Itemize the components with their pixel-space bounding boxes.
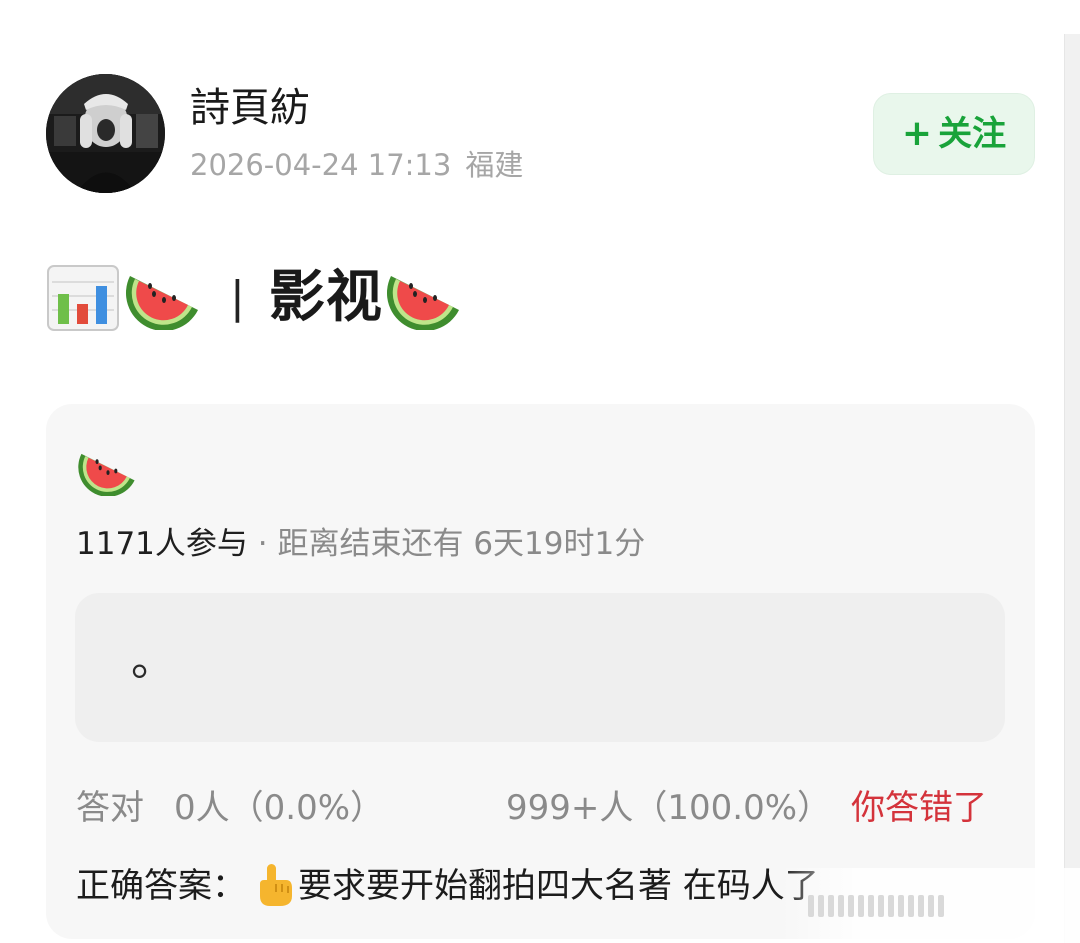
watermark-bar bbox=[848, 894, 854, 917]
plus-icon: + bbox=[901, 113, 933, 154]
correct-answer: 正确答案： 要求要开始翻拍四大名著 在码人了 bbox=[76, 862, 819, 910]
avatar[interactable] bbox=[46, 74, 165, 193]
watermark-bar bbox=[908, 894, 914, 917]
title-separator: | bbox=[230, 272, 245, 323]
wrong-answer-badge: 你答错了 bbox=[851, 788, 987, 828]
watermark-bar bbox=[808, 894, 814, 917]
pointing-hand-icon bbox=[260, 864, 292, 906]
correct-label: 答对 bbox=[76, 788, 144, 828]
correct-count: 0人（0.0%） bbox=[174, 788, 385, 828]
poll-option[interactable]: 。 bbox=[75, 593, 1005, 742]
post-location: 福建 bbox=[465, 148, 524, 182]
watermark-bar bbox=[878, 894, 884, 917]
watermark-bar bbox=[938, 894, 944, 917]
avatar-image bbox=[46, 74, 165, 193]
poll-result: 答对 0人（0.0%） 999+人（100.0%） 你答错了 bbox=[76, 784, 1006, 832]
watermark-bar bbox=[858, 894, 864, 917]
watermark-bar bbox=[898, 894, 904, 917]
answer-label: 正确答案： bbox=[76, 866, 246, 906]
watermark-bar bbox=[868, 894, 874, 917]
answer-text: 要求要开始翻拍四大名著 在码人了 bbox=[298, 866, 819, 906]
title-text: 影视 bbox=[268, 265, 383, 330]
watermark bbox=[780, 868, 1080, 943]
bar-chart-icon bbox=[47, 265, 119, 331]
watermark-bar bbox=[818, 894, 824, 917]
participant-count: 1171人参与 bbox=[76, 526, 248, 562]
watermelon-icon bbox=[78, 453, 135, 496]
watermark-bar bbox=[888, 894, 894, 917]
wrong-count: 999+人（100.0%） bbox=[506, 788, 832, 828]
watermelon-icon bbox=[386, 276, 459, 330]
watermelon-icon bbox=[126, 276, 198, 330]
username[interactable]: 詩頁紡 bbox=[190, 82, 310, 134]
watermark-bar bbox=[928, 894, 934, 917]
time-remaining: 距离结束还有 6天19时1分 bbox=[277, 526, 646, 562]
post-meta: 2026-04-24 17:13 福建 bbox=[190, 145, 523, 185]
stats-separator: · bbox=[247, 526, 278, 562]
watermark-bar bbox=[918, 894, 924, 917]
poll-option-text: 。 bbox=[131, 635, 175, 686]
follow-label: 关注 bbox=[938, 114, 1007, 154]
poll-card: 1171人参与 · 距离结束还有 6天19时1分 。 答对 0人（0.0%） 9… bbox=[46, 404, 1035, 939]
scrollbar[interactable] bbox=[1064, 34, 1080, 943]
watermark-bar bbox=[838, 894, 844, 917]
watermark-bar bbox=[828, 894, 834, 917]
post-timestamp: 2026-04-24 17:13 bbox=[190, 148, 452, 182]
post-page: 詩頁紡 2026-04-24 17:13 福建 + 关注 | 影视 1171人参… bbox=[0, 0, 1080, 943]
poll-stats: 1171人参与 · 距离结束还有 6天19时1分 bbox=[76, 522, 645, 566]
post-title: | 影视 bbox=[46, 258, 463, 338]
follow-button[interactable]: + 关注 bbox=[873, 93, 1035, 175]
